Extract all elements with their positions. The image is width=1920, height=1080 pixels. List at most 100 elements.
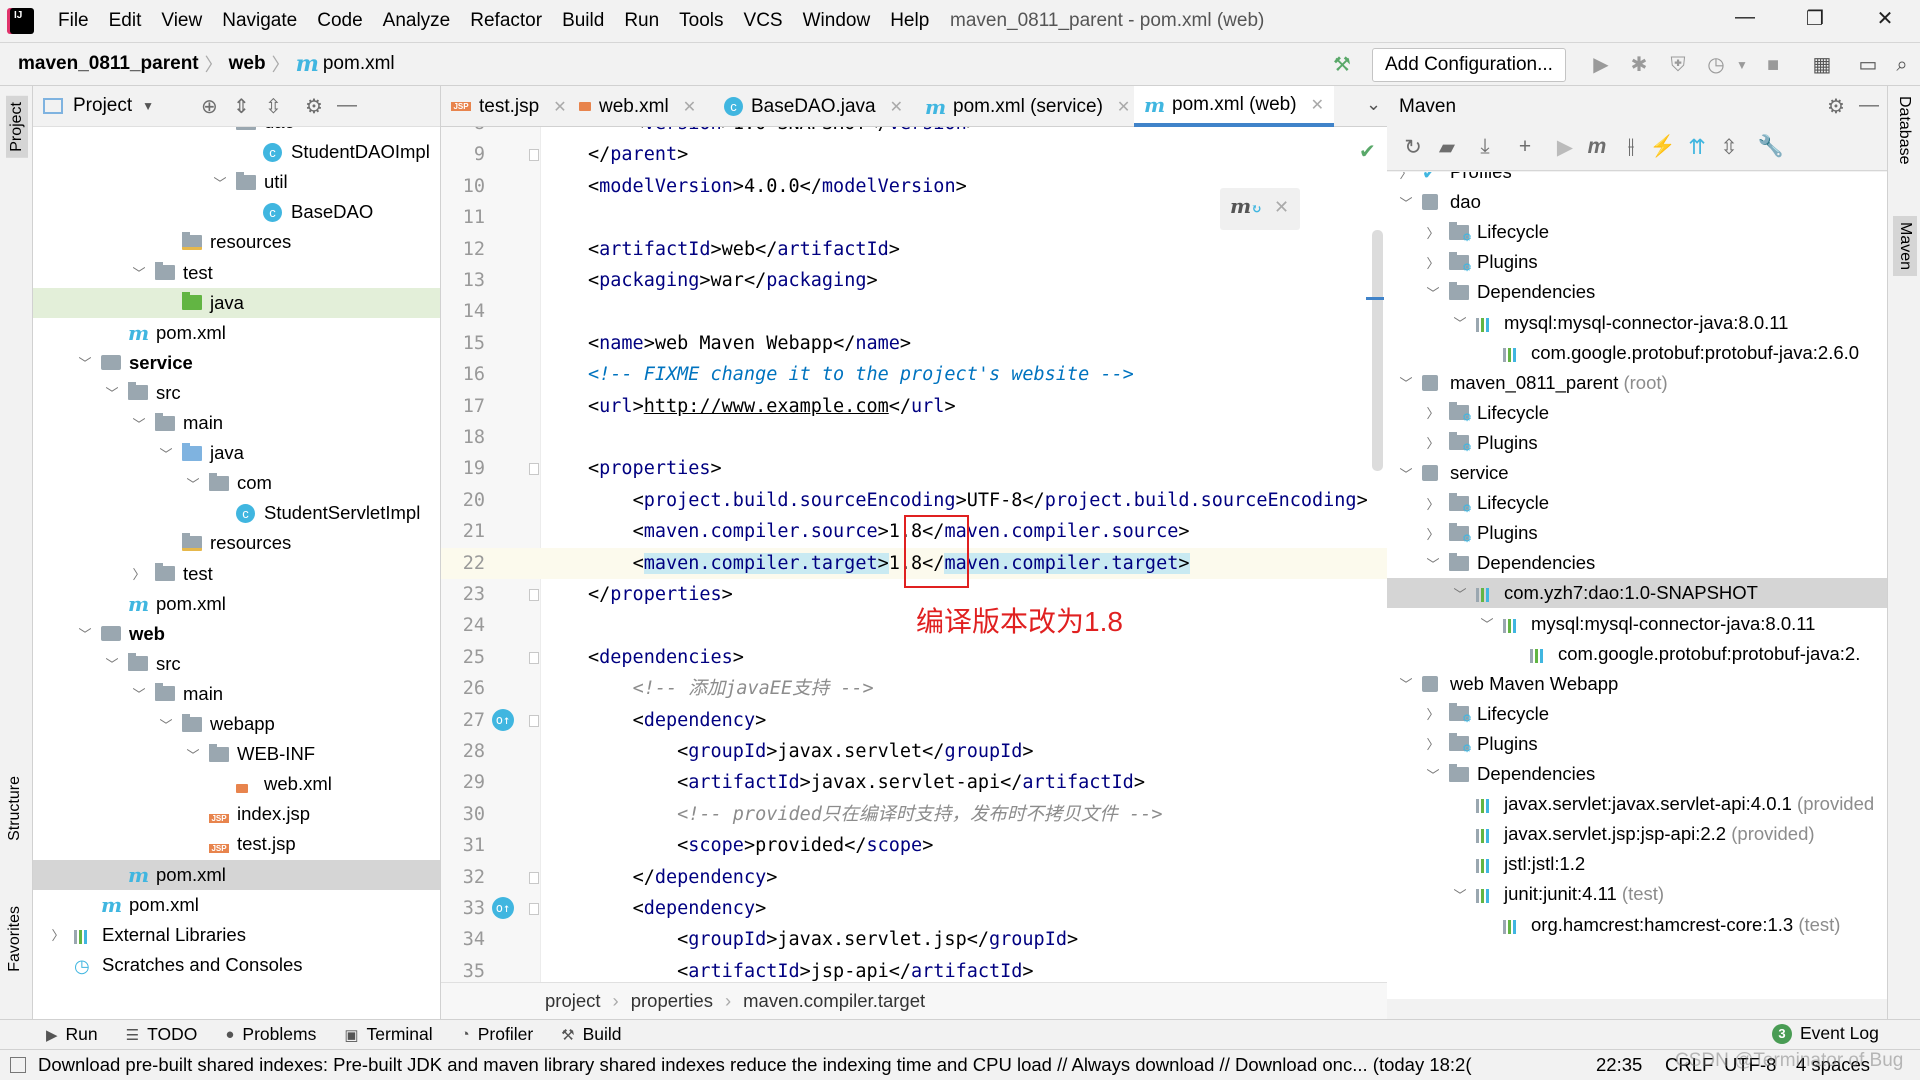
tab-pom-xml-web-[interactable]: m pom.xml (web) ✕: [1134, 86, 1334, 127]
reload-icon[interactable]: ↻: [1399, 135, 1427, 160]
code-line[interactable]: 28 <groupId>javax.servlet</groupId>: [441, 736, 1387, 767]
tree-item[interactable]: ﹀ com.yzh7:dao:1.0-SNAPSHOT: [1387, 578, 1887, 609]
chevron-down-icon[interactable]: ▼: [142, 99, 154, 113]
fold-marker-icon[interactable]: [529, 714, 539, 727]
expanded-arrow-icon[interactable]: ﹀: [1398, 674, 1414, 693]
minimize-button[interactable]: —: [1725, 6, 1765, 36]
tree-item[interactable]: ﹀ service: [33, 348, 440, 378]
tree-item[interactable]: jstl:jstl:1.2: [1387, 849, 1887, 879]
tree-item[interactable]: ﹀ main: [33, 408, 440, 438]
tree-item[interactable]: 〉 ⚙ Plugins: [1387, 428, 1887, 458]
menu-file[interactable]: File: [48, 10, 99, 32]
fold-marker-icon[interactable]: [529, 903, 539, 915]
menu-analyze[interactable]: Analyze: [373, 10, 461, 32]
tree-item[interactable]: ﹀ web: [33, 619, 440, 649]
close-window-button[interactable]: ✕: [1865, 6, 1905, 36]
close-tab-icon[interactable]: ✕: [1117, 97, 1130, 117]
menu-tools[interactable]: Tools: [669, 10, 733, 32]
tool-terminal[interactable]: ▣ Terminal: [344, 1024, 432, 1045]
tree-item[interactable]: ﹀ com: [33, 468, 440, 498]
code-line[interactable]: 30 <!-- provided只在编译时支持，发布时不拷贝文件 -->: [441, 799, 1387, 830]
tree-item[interactable]: 〉 test: [33, 559, 440, 589]
tree-item[interactable]: 〉 ✔ Profiles: [1387, 172, 1887, 187]
tree-item[interactable]: com.google.protobuf:protobuf-java:2.: [1387, 639, 1887, 669]
expanded-arrow-icon[interactable]: ﹀: [1452, 584, 1468, 603]
caret-position[interactable]: 22:35: [1596, 1054, 1642, 1076]
favorites-tool-button[interactable]: Favorites: [6, 906, 24, 972]
collapsed-arrow-icon[interactable]: 〉: [1425, 223, 1441, 242]
code-line[interactable]: 20 <project.build.sourceEncoding>UTF-8</…: [441, 485, 1387, 516]
tree-item[interactable]: JSP test.jsp: [33, 829, 440, 859]
menu-vcs[interactable]: VCS: [734, 10, 793, 32]
tree-item[interactable]: m pom.xml: [33, 859, 440, 890]
tree-item[interactable]: ﹀ java: [33, 438, 440, 468]
expanded-arrow-icon[interactable]: ﹀: [185, 474, 201, 493]
tree-item[interactable]: resources: [33, 227, 440, 257]
structure-tool-button[interactable]: Structure: [6, 776, 24, 841]
menu-view[interactable]: View: [151, 10, 212, 32]
code-line[interactable]: 27 o↑ <dependency>: [441, 705, 1387, 736]
tree-item[interactable]: ﹀ maven_0811_parent (root): [1387, 368, 1887, 398]
tree-item[interactable]: ﹀ WEB-INF: [33, 739, 440, 769]
expanded-arrow-icon[interactable]: ﹀: [212, 173, 228, 192]
tree-item[interactable]: JSP index.jsp: [33, 799, 440, 829]
editor-crumb[interactable]: project: [545, 990, 601, 1012]
tree-item[interactable]: 〉 ⚙ Plugins: [1387, 247, 1887, 277]
collapsed-arrow-icon[interactable]: 〉: [1425, 403, 1441, 422]
menu-code[interactable]: Code: [307, 10, 372, 32]
tree-item[interactable]: ﹀ main: [33, 679, 440, 709]
expanded-arrow-icon[interactable]: ﹀: [104, 383, 120, 402]
project-tool-button[interactable]: Project: [6, 96, 28, 158]
menu-navigate[interactable]: Navigate: [212, 10, 307, 32]
code-line[interactable]: 33 o↑ <dependency>: [441, 893, 1387, 924]
expanded-arrow-icon[interactable]: ﹀: [131, 263, 147, 282]
tree-item[interactable]: ﹀ dao: [33, 127, 440, 137]
maven-reload-icon[interactable]: m↻: [1230, 194, 1262, 218]
editor-crumb[interactable]: properties: [631, 990, 713, 1012]
tree-item[interactable]: javax.servlet.jsp:jsp-api:2.2 (provided): [1387, 819, 1887, 849]
editor-scrollbar[interactable]: [1372, 230, 1383, 471]
collapsed-arrow-icon[interactable]: 〉: [1425, 494, 1441, 513]
tool-build[interactable]: ⚒ Build: [561, 1024, 621, 1045]
collapsed-arrow-icon[interactable]: 〉: [1398, 172, 1414, 182]
code-line[interactable]: 34 <groupId>javax.servlet.jsp</groupId>: [441, 924, 1387, 955]
expanded-arrow-icon[interactable]: ﹀: [1452, 885, 1468, 904]
profile-icon[interactable]: ◷: [1702, 51, 1730, 79]
tree-item[interactable]: ﹀ util: [33, 167, 440, 197]
close-tab-icon[interactable]: ✕: [683, 97, 696, 117]
restore-button[interactable]: ❐: [1795, 6, 1835, 36]
tab-basedao-java[interactable]: c BaseDAO.java ✕: [724, 86, 903, 127]
tree-item[interactable]: resources: [33, 528, 440, 558]
download-icon[interactable]: ⤓: [1471, 135, 1499, 159]
tree-item[interactable]: 〉 ⚙ Lifecycle: [1387, 488, 1887, 518]
expanded-arrow-icon[interactable]: ﹀: [104, 654, 120, 673]
run-icon[interactable]: ▶: [1587, 51, 1615, 79]
tree-item[interactable]: 〉 ⚙ Lifecycle: [1387, 398, 1887, 428]
expanded-arrow-icon[interactable]: ﹀: [131, 414, 147, 433]
tree-item[interactable]: ﹀ src: [33, 378, 440, 408]
code-line[interactable]: 19 <properties>: [441, 453, 1387, 484]
collapsed-arrow-icon[interactable]: 〉: [1425, 253, 1441, 272]
overrides-gutter-icon[interactable]: o↑: [492, 897, 514, 919]
tree-item[interactable]: ﹀ service: [1387, 458, 1887, 488]
expanded-arrow-icon[interactable]: ﹀: [1425, 554, 1441, 573]
search-icon[interactable]: ⌕: [1888, 51, 1916, 79]
expanded-arrow-icon[interactable]: ﹀: [1425, 283, 1441, 302]
close-icon[interactable]: ✕: [1274, 197, 1289, 218]
tree-item[interactable]: web.xml: [33, 769, 440, 799]
expanded-arrow-icon[interactable]: ﹀: [131, 684, 147, 703]
breadcrumb-file[interactable]: pom.xml: [323, 53, 395, 75]
toggle-offline-icon[interactable]: ⫲: [1617, 135, 1645, 159]
menu-window[interactable]: Window: [793, 10, 881, 32]
locate-icon[interactable]: ⊕: [201, 94, 218, 119]
layout-icon[interactable]: ▭: [1854, 51, 1882, 79]
tree-item[interactable]: ﹀ mysql:mysql-connector-java:8.0.11: [1387, 308, 1887, 338]
expanded-arrow-icon[interactable]: ﹀: [1398, 373, 1414, 392]
expanded-arrow-icon[interactable]: ﹀: [158, 444, 174, 463]
show-dependencies-icon[interactable]: ⇈: [1683, 135, 1711, 160]
code-line[interactable]: 24: [441, 610, 1387, 641]
execute-goal-icon[interactable]: m: [1583, 135, 1611, 159]
collapse-all-icon[interactable]: ⇳: [1715, 135, 1743, 160]
tree-item[interactable]: m pom.xml: [33, 589, 440, 619]
expanded-arrow-icon[interactable]: ﹀: [1398, 464, 1414, 483]
